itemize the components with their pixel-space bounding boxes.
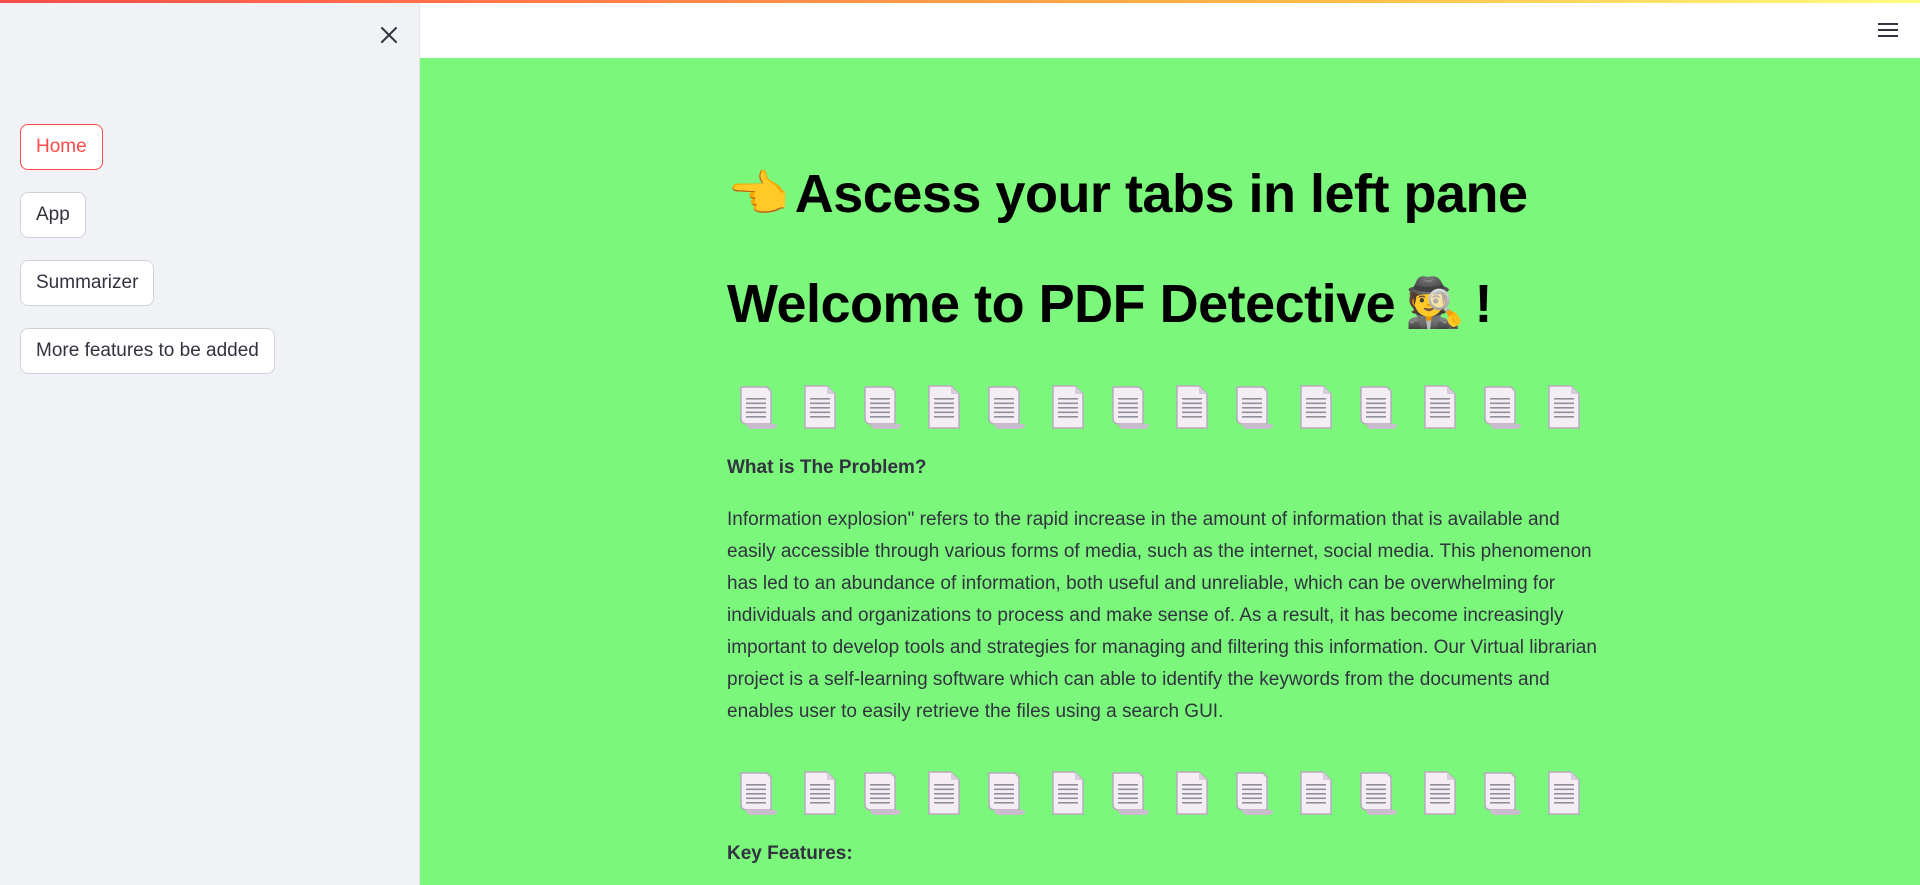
heading-welcome-suffix: ! (1474, 274, 1492, 334)
close-icon (381, 27, 397, 43)
document-icon (1300, 385, 1332, 429)
features-section-title: Key Features: (727, 843, 853, 864)
document-icon (1112, 772, 1149, 815)
document-icon (1424, 771, 1456, 815)
app-header (420, 0, 1920, 58)
nav-summarizer-button[interactable]: Summarizer (20, 260, 155, 306)
document-icon (988, 772, 1025, 815)
document-icon (1300, 771, 1332, 815)
problem-description: Information explosion" refers to the rap… (727, 509, 1597, 722)
document-icon (1548, 771, 1580, 815)
nav-more-features-button[interactable]: More features to be added (20, 328, 275, 374)
document-icon (740, 772, 777, 815)
document-icon (928, 771, 960, 815)
document-icon (804, 771, 836, 815)
sidebar: Home App Summarizer More features to be … (0, 0, 420, 885)
document-icon-row (727, 384, 1607, 430)
main-content-area: 👈 Ascess your tabs in left pane Welcome … (420, 58, 1920, 885)
top-decoration-bar (0, 0, 1920, 3)
sidebar-nav: Home App Summarizer More features to be … (20, 124, 275, 396)
document-icon (1548, 385, 1580, 429)
document-icon (864, 386, 901, 429)
document-icon (1176, 385, 1208, 429)
document-icon (1360, 386, 1397, 429)
main-menu-button[interactable] (1876, 18, 1900, 42)
pointing-hand-icon: 👈 (727, 166, 789, 222)
document-icon (988, 386, 1025, 429)
document-icon (1176, 771, 1208, 815)
document-icon (1236, 772, 1273, 815)
document-icon (1484, 386, 1521, 429)
heading-tabs-text: Ascess your tabs in left pane (794, 164, 1528, 224)
document-icon (740, 386, 777, 429)
document-icon (864, 772, 901, 815)
document-icon (1052, 385, 1084, 429)
nav-home-button[interactable]: Home (20, 124, 103, 170)
heading-welcome-text: Welcome to PDF Detective (727, 274, 1396, 334)
document-icon-row (727, 770, 1607, 816)
page-heading-welcome: Welcome to PDF Detective 🕵️ ! (727, 274, 1607, 334)
detective-icon: 🕵️ (1405, 277, 1465, 330)
document-icon (1424, 385, 1456, 429)
content-column: 👈 Ascess your tabs in left pane Welcome … (727, 164, 1607, 866)
problem-section-title: What is The Problem? (727, 457, 927, 478)
page-heading-tabs: 👈 Ascess your tabs in left pane (727, 164, 1607, 224)
document-icon (1484, 772, 1521, 815)
document-icon (1236, 386, 1273, 429)
document-icon (928, 385, 960, 429)
nav-app-button[interactable]: App (20, 192, 86, 238)
hamburger-menu-icon (1878, 23, 1898, 37)
document-icon (1360, 772, 1397, 815)
document-icon (804, 385, 836, 429)
sidebar-close-button[interactable] (374, 20, 404, 50)
document-icon (1052, 771, 1084, 815)
document-icon (1112, 386, 1149, 429)
